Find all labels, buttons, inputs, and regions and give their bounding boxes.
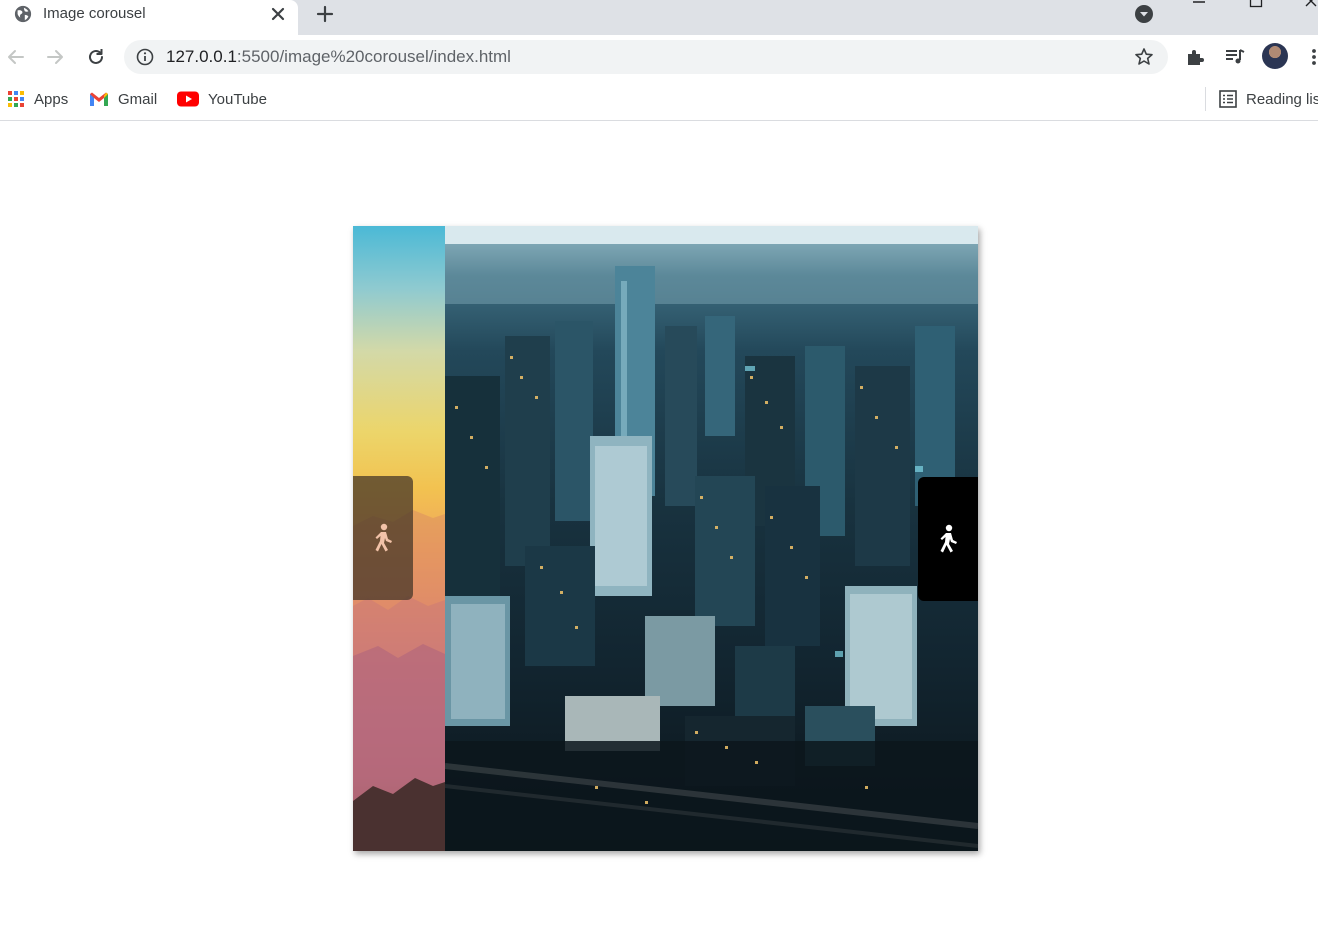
bookmark-label: Apps	[34, 90, 69, 108]
browser-tab[interactable]: Image corousel	[0, 0, 298, 35]
maximize-window-icon[interactable]	[1249, 0, 1263, 8]
browser-menu-icon[interactable]	[1304, 46, 1318, 68]
url-path: :5500/image%20corousel/index.html	[236, 47, 511, 66]
image-carousel	[353, 226, 978, 851]
url-host: 127.0.0.1	[166, 47, 237, 66]
gmail-icon	[90, 92, 108, 106]
bookmark-label: Gmail	[118, 90, 158, 108]
media-queue-icon[interactable]	[1224, 46, 1246, 68]
apps-grid-icon	[8, 91, 24, 107]
address-bar[interactable]: 127.0.0.1:5500/image%20corousel/index.ht…	[124, 40, 1168, 74]
reading-list-icon	[1219, 90, 1237, 108]
extensions-puzzle-icon[interactable]	[1184, 46, 1206, 68]
bookmark-apps[interactable]: Apps	[7, 88, 68, 110]
profile-avatar[interactable]	[1262, 43, 1288, 69]
bookmark-star-icon[interactable]	[1134, 47, 1154, 67]
tab-title: Image corousel	[43, 5, 146, 22]
next-slide-button[interactable]	[918, 477, 978, 601]
tab-search-icon[interactable]	[1134, 4, 1154, 24]
globe-icon	[14, 5, 32, 23]
tab-strip: Image corousel	[0, 0, 1318, 35]
bookmark-label: YouTube	[208, 90, 267, 108]
previous-slide-button[interactable]	[353, 476, 413, 600]
bookmarks-divider	[1205, 87, 1206, 111]
reading-list-label: Reading lis	[1246, 90, 1318, 108]
browser-toolbar: 127.0.0.1:5500/image%20corousel/index.ht…	[0, 35, 1318, 79]
forward-arrow-icon[interactable]	[44, 46, 66, 68]
walking-person-icon	[940, 524, 957, 553]
close-window-icon[interactable]	[1304, 0, 1318, 8]
walking-person-icon	[375, 523, 392, 552]
city-aerial-slide	[445, 226, 978, 851]
reload-icon[interactable]	[85, 46, 107, 68]
new-tab-icon[interactable]	[315, 4, 335, 24]
back-arrow-icon[interactable]	[5, 46, 27, 68]
reading-list-button[interactable]: Reading lis	[1219, 88, 1318, 110]
minimize-window-icon[interactable]	[1192, 0, 1206, 6]
youtube-icon	[177, 91, 199, 107]
bookmark-gmail[interactable]: Gmail	[89, 88, 157, 110]
url-text[interactable]: 127.0.0.1:5500/image%20corousel/index.ht…	[166, 47, 511, 67]
city-skyline-illustration	[445, 226, 978, 851]
bookmark-youtube[interactable]: YouTube	[177, 88, 267, 110]
bookmarks-bar: Apps Gmail YouTube Reading lis	[0, 79, 1318, 121]
close-tab-icon[interactable]	[270, 6, 286, 22]
site-info-icon[interactable]	[136, 48, 154, 66]
